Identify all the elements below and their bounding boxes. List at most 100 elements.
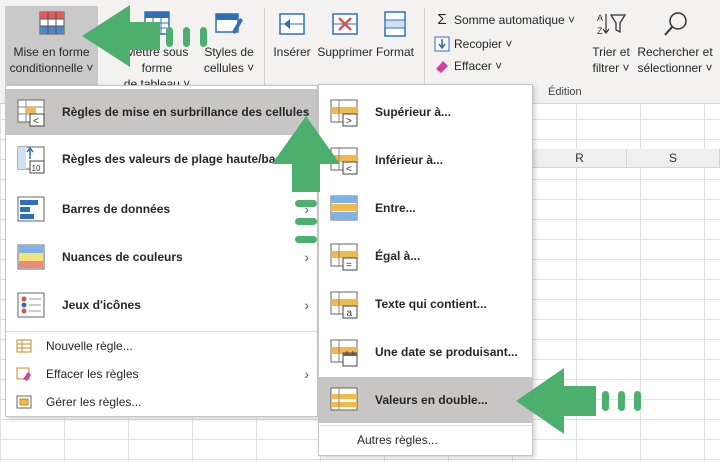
highlight-rules-icon: < <box>17 99 45 127</box>
clear-rules-icon <box>16 367 31 381</box>
between-icon <box>330 195 358 221</box>
format-as-table-button[interactable]: Mettre sous forme de tableau ˅ <box>112 6 202 92</box>
submenu-item-label: Une date se produisant... <box>375 345 518 359</box>
menu-item-label: Gérer les règles... <box>46 395 142 409</box>
menu-item-top-bottom-rules[interactable]: 10 Règles des valeurs de plage haute/bas… <box>6 136 317 182</box>
conditional-formatting-label-1: Mise en forme <box>13 45 90 59</box>
format-button[interactable]: Format <box>374 6 416 60</box>
svg-text:a: a <box>347 308 353 319</box>
ribbon-separator <box>424 8 425 96</box>
chevron-right-icon: › <box>304 297 309 313</box>
submenu-item-label: Inférieur à... <box>375 153 444 167</box>
color-scales-icon <box>17 244 45 270</box>
menu-item-label: Effacer les règles <box>46 367 139 381</box>
svg-text:<: < <box>346 164 352 175</box>
top-bottom-rules-icon: 10 <box>17 146 45 174</box>
menu-item-label: Jeux d'icônes <box>62 298 141 312</box>
less-than-icon: < <box>330 147 358 175</box>
submenu-item-label: Entre... <box>375 201 416 215</box>
menu-item-label: Barres de données <box>62 202 171 216</box>
menu-item-label: Nuances de couleurs <box>62 250 183 264</box>
submenu-item-label: Égal à... <box>375 249 421 263</box>
submenu-item-date-occurring[interactable]: Une date se produisant... <box>319 329 532 375</box>
submenu-item-equal-to[interactable]: = Égal à... <box>319 233 532 279</box>
menu-item-clear-rules[interactable]: Effacer les règles › <box>6 360 317 388</box>
conditional-formatting-button[interactable]: Mise en forme conditionnelle ˅ <box>5 6 98 86</box>
menu-item-label: Règles de mise en surbrillance des cellu… <box>62 105 310 119</box>
insert-button[interactable]: Insérer <box>270 6 314 60</box>
menu-item-highlight-rules[interactable]: < Règles de mise en surbrillance des cel… <box>6 89 317 135</box>
insert-cells-icon <box>279 13 305 35</box>
format-cells-icon <box>384 11 406 37</box>
more-rules-label: Autres règles... <box>357 433 438 447</box>
format-as-table-label-1: Mettre sous forme <box>125 45 189 75</box>
submenu-item-label: Supérieur à... <box>375 105 452 119</box>
menu-item-label: Nouvelle règle... <box>46 339 133 353</box>
conditional-formatting-menu: < Règles de mise en surbrillance des cel… <box>5 85 318 417</box>
text-contains-icon: a <box>330 291 358 319</box>
chevron-right-icon: › <box>304 151 309 167</box>
submenu-item-text-contains[interactable]: a Texte qui contient... <box>319 281 532 327</box>
icon-sets-icon <box>17 292 45 318</box>
sort-filter-button[interactable]: A Z Trier et filtrer ˅ <box>588 6 634 76</box>
greater-than-icon: > <box>330 99 358 127</box>
fill-label: Recopier ˅ <box>454 37 513 51</box>
date-occurring-icon <box>330 339 358 367</box>
autosum-button[interactable]: Σ Somme automatique ˅ <box>434 10 575 30</box>
submenu-item-greater-than[interactable]: > Supérieur à... <box>319 89 532 135</box>
menu-item-new-rule[interactable]: Nouvelle règle... <box>6 332 317 360</box>
editing-group-label: Édition <box>548 86 582 98</box>
cell-styles-icon <box>215 13 243 34</box>
chevron-right-icon: › <box>304 201 309 217</box>
find-select-button[interactable]: Rechercher et sélectionner ˅ <box>634 6 716 76</box>
autosum-label: Somme automatique ˅ <box>454 13 576 27</box>
menu-item-label: Règles des valeurs de plage haute/basse <box>62 152 296 166</box>
submenu-item-duplicate-values[interactable]: Valeurs en double... <box>319 377 532 423</box>
find-select-label-2: sélectionner ˅ <box>637 61 713 75</box>
menu-item-icon-sets[interactable]: Jeux d'icônes › <box>6 282 317 328</box>
manage-rules-icon <box>16 395 32 409</box>
svg-text:10: 10 <box>32 164 41 173</box>
delete-cells-icon <box>332 13 358 35</box>
cell-styles-button[interactable]: Styles de cellules ˅ <box>200 6 258 76</box>
menu-item-manage-rules[interactable]: Gérer les règles... <box>6 388 317 416</box>
cell-styles-label-1: Styles de <box>204 45 254 59</box>
find-select-label-1: Rechercher et <box>637 45 713 59</box>
fill-button[interactable]: Recopier ˅ <box>434 34 512 54</box>
delete-button[interactable]: Supprimer <box>316 6 374 60</box>
submenu-item-less-than[interactable]: < Inférieur à... <box>319 137 532 183</box>
equal-to-icon: = <box>330 243 358 271</box>
ribbon-separator <box>264 8 265 96</box>
format-label: Format <box>375 45 414 59</box>
chevron-right-icon: › <box>304 366 309 382</box>
column-header-r[interactable]: R <box>533 149 627 168</box>
chevron-right-icon: › <box>304 249 309 265</box>
conditional-formatting-label-2: conditionnelle ˅ <box>9 61 94 75</box>
new-rule-icon <box>16 339 32 353</box>
magnifier-icon <box>664 12 687 36</box>
sigma-icon: Σ <box>437 11 447 28</box>
menu-item-data-bars[interactable]: Barres de données › <box>6 186 317 232</box>
svg-text:<: < <box>33 116 39 127</box>
svg-text:A: A <box>597 13 603 23</box>
submenu-item-label: Texte qui contient... <box>375 297 487 311</box>
eraser-icon <box>436 61 448 73</box>
duplicate-values-icon <box>330 387 358 411</box>
menu-item-color-scales[interactable]: Nuances de couleurs › <box>6 234 317 280</box>
clear-button[interactable]: Effacer ˅ <box>434 56 502 76</box>
sort-filter-label-2: filtrer ˅ <box>592 61 630 75</box>
submenu-item-more-rules[interactable]: Autres règles... <box>319 426 532 454</box>
insert-label: Insérer <box>273 45 311 59</box>
clear-label: Effacer ˅ <box>454 59 503 73</box>
cell-styles-label-2: cellules ˅ <box>203 61 255 75</box>
conditional-formatting-icon <box>39 11 64 35</box>
sort-filter-label-1: Trier et <box>592 45 630 59</box>
format-as-table-icon <box>144 11 170 35</box>
fill-down-icon <box>434 36 450 52</box>
delete-label: Supprimer <box>317 45 373 59</box>
svg-text:>: > <box>346 116 352 127</box>
chevron-right-icon: › <box>304 104 309 120</box>
column-header-s[interactable]: S <box>627 149 720 168</box>
highlight-rules-submenu: > Supérieur à... < Inférieur à... Entre.… <box>318 84 533 456</box>
submenu-item-between[interactable]: Entre... <box>319 185 532 231</box>
